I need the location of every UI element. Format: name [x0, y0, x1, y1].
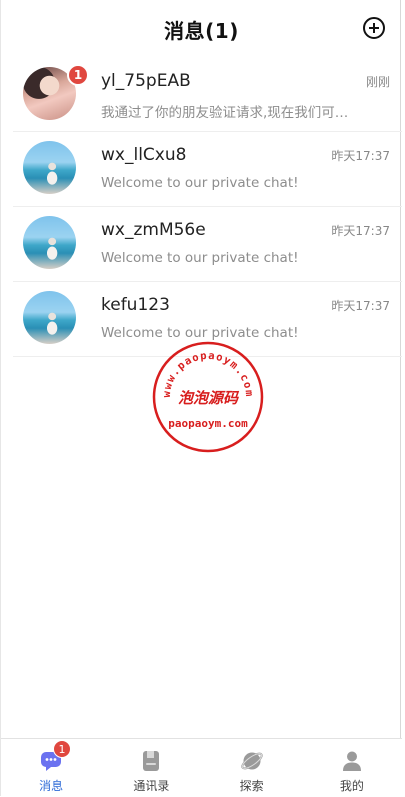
chat-list: 1 yl_75pEAB 刚刚 我通过了你的朋友验证请求,现在我们可以... wx… [1, 58, 402, 357]
tab-explore[interactable]: 探索 [202, 739, 302, 797]
chat-item-wx_llcxu8[interactable]: wx_llCxu8 昨天17:37 Welcome to our private… [13, 132, 402, 207]
contacts-book-icon [143, 751, 160, 771]
watermark-stamp: www.paopaoym.com 泡泡源码 paopaoym.com [152, 341, 264, 453]
chat-preview: Welcome to our private chat! [101, 325, 299, 341]
avatar [23, 216, 76, 269]
tab-badge: 1 [53, 740, 71, 758]
chat-name: wx_llCxu8 [101, 145, 187, 165]
chat-time: 昨天17:37 [331, 224, 390, 238]
tab-contacts[interactable]: 通讯录 [101, 739, 201, 797]
chat-item-yl_75peab[interactable]: 1 yl_75pEAB 刚刚 我通过了你的朋友验证请求,现在我们可以... [13, 58, 402, 132]
chat-time: 昨天17:37 [331, 149, 390, 163]
avatar [23, 291, 76, 344]
tab-label: 通讯录 [133, 779, 170, 793]
top-bar: 消息(1) [1, 0, 402, 58]
chat-preview: Welcome to our private chat! [101, 250, 299, 266]
chat-name: yl_75pEAB [101, 71, 191, 91]
chat-preview: Welcome to our private chat! [101, 175, 299, 191]
watermark-domain: paopaoym.com [168, 417, 248, 430]
svg-text:www.paopaoym.com: www.paopaoym.com [161, 350, 255, 398]
bottom-tab-bar: 1 消息 通讯录 探索 我的 [1, 738, 402, 797]
page-title: 消息(1) [164, 18, 239, 43]
unread-badge: 1 [67, 64, 89, 86]
chat-name: kefu123 [101, 295, 170, 315]
chat-name: wx_zmM56e [101, 220, 206, 240]
tab-label: 消息 [39, 779, 64, 793]
tab-messages[interactable]: 1 消息 [1, 739, 101, 797]
avatar [23, 141, 76, 194]
chat-time: 昨天17:37 [331, 299, 390, 313]
chat-time: 刚刚 [365, 75, 390, 89]
profile-icon [342, 751, 361, 771]
chat-preview: 我通过了你的朋友验证请求,现在我们可以... [101, 105, 361, 121]
watermark-url: www.paopaoym.com [161, 350, 254, 398]
chat-item-wx_zmm56e[interactable]: wx_zmM56e 昨天17:37 Welcome to our private… [13, 207, 402, 282]
planet-icon [240, 752, 263, 770]
tab-label: 我的 [339, 779, 364, 793]
app-frame: 消息(1) 1 yl_75pEAB 刚刚 我通过了你的朋友验证请求,现在我们可以… [0, 0, 402, 797]
tab-label: 探索 [239, 779, 264, 793]
tab-profile[interactable]: 我的 [302, 739, 402, 797]
add-icon[interactable] [363, 17, 385, 39]
chat-item-kefu123[interactable]: kefu123 昨天17:37 Welcome to our private c… [13, 282, 402, 357]
watermark-brand: 泡泡源码 [178, 389, 240, 407]
